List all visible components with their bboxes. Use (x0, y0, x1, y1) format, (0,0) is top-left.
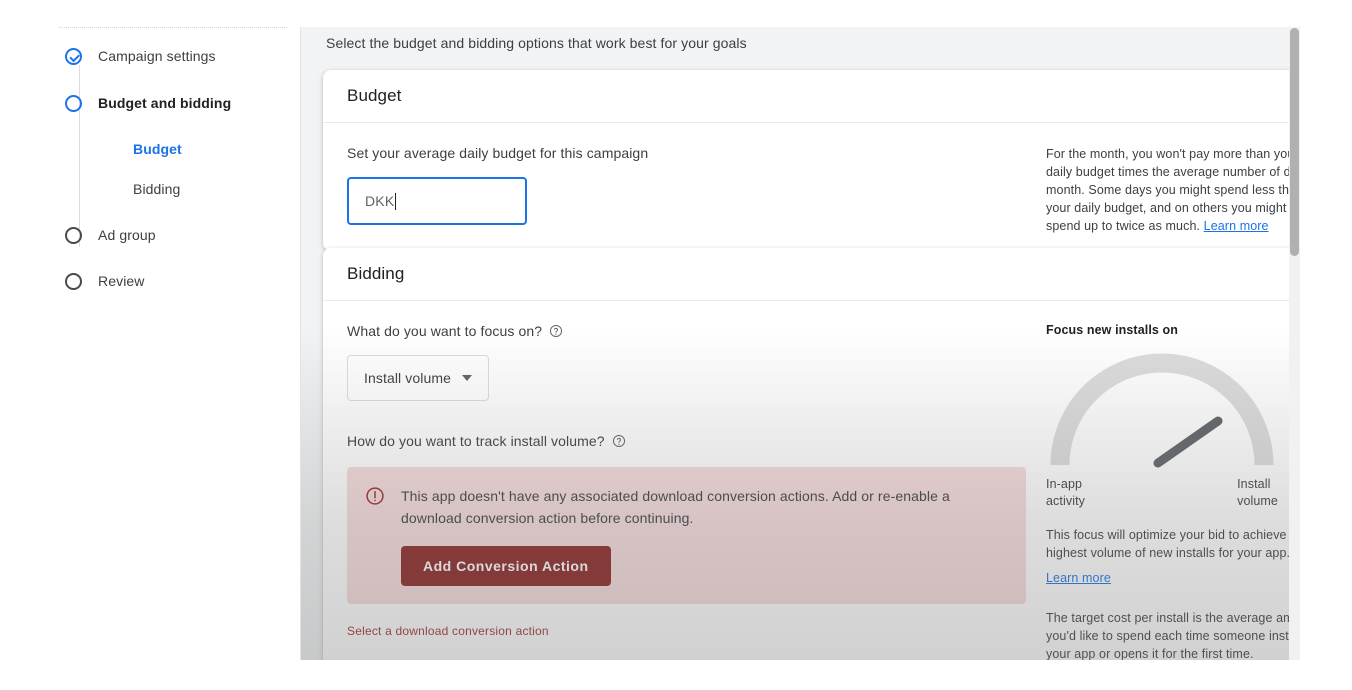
daily-budget-label: Set your average daily budget for this c… (347, 145, 1299, 161)
sidebar-item-label: Campaign settings (98, 48, 216, 64)
help-circle-icon[interactable] (612, 434, 626, 448)
campaign-setup-page: Campaign settings Budget and bidding Bud… (53, 27, 1300, 660)
gauge-axis-labels: In-appactivity Installvolume (1046, 476, 1278, 510)
radio-circle-icon (65, 227, 82, 244)
check-circle-icon (65, 48, 82, 65)
radio-circle-icon (65, 95, 82, 112)
alert-message: This app doesn't have any associated dow… (401, 485, 1006, 529)
gauge-left-label: In-appactivity (1046, 476, 1085, 510)
setup-sidebar: Campaign settings Budget and bidding Bud… (53, 27, 301, 660)
focus-question-label: What do you want to focus on? (347, 323, 1299, 339)
conversion-action-alert: This app doesn't have any associated dow… (347, 467, 1026, 604)
sidebar-subitem-label: Budget (133, 141, 182, 157)
learn-more-link[interactable]: Learn more (1204, 219, 1269, 233)
chevron-down-icon (462, 375, 472, 381)
focus-select-value: Install volume (364, 370, 451, 386)
sidebar-item-campaign-settings[interactable]: Campaign settings (65, 44, 216, 68)
bidding-card-body: What do you want to focus on? Install vo… (323, 301, 1300, 660)
bidding-card-title: Bidding (347, 264, 404, 284)
track-question-label: How do you want to track install volume? (347, 433, 1299, 449)
budget-card: Budget Set your average daily budget for… (323, 70, 1300, 251)
focus-question-text: What do you want to focus on? (347, 323, 542, 339)
error-circle-icon (365, 486, 385, 586)
sidebar-subitem-budget[interactable]: Budget (133, 138, 182, 160)
gauge-right-label: Installvolume (1237, 476, 1278, 510)
page-intro-text: Select the budget and bidding options th… (326, 35, 747, 51)
help-circle-icon[interactable] (549, 324, 563, 338)
sidebar-subitem-bidding[interactable]: Bidding (133, 178, 180, 200)
track-question-text: How do you want to track install volume? (347, 433, 605, 449)
budget-card-title: Budget (347, 86, 401, 106)
text-caret (395, 193, 396, 210)
main-content: Select the budget and bidding options th… (301, 27, 1300, 660)
sidebar-item-budget-and-bidding[interactable]: Budget and bidding (65, 91, 231, 115)
focus-rail-note: This focus will optimize your bid to ach… (1046, 526, 1300, 562)
focus-select[interactable]: Install volume (347, 355, 489, 401)
daily-budget-value: DKK (365, 193, 394, 209)
bidding-card-header[interactable]: Bidding (323, 248, 1300, 301)
sidebar-item-label: Budget and bidding (98, 95, 231, 111)
sidebar-subitem-label: Bidding (133, 181, 180, 197)
focus-gauge-chart (1046, 351, 1278, 469)
radio-circle-icon (65, 273, 82, 290)
sidebar-top-divider (59, 27, 287, 28)
sidebar-item-label: Review (98, 273, 145, 289)
conversion-action-error: Select a download conversion action (347, 624, 1299, 638)
bidding-card: Bidding What do you want to focus on? (323, 248, 1300, 660)
sidebar-item-ad-group[interactable]: Ad group (65, 223, 156, 247)
sidebar-item-review[interactable]: Review (65, 269, 145, 293)
learn-more-link[interactable]: Learn more (1046, 571, 1111, 585)
alert-content: This app doesn't have any associated dow… (401, 485, 1006, 586)
scrollbar-thumb[interactable] (1290, 28, 1299, 256)
vertical-scrollbar[interactable] (1289, 27, 1300, 660)
budget-card-header[interactable]: Budget (323, 70, 1300, 123)
bidding-info-rail: Focus new installs on In-appactivity Ins… (1038, 323, 1300, 660)
sidebar-item-label: Ad group (98, 227, 156, 243)
daily-budget-input[interactable]: DKK (347, 177, 527, 225)
budget-card-body: Set your average daily budget for this c… (323, 123, 1300, 251)
add-conversion-action-button[interactable]: Add Conversion Action (401, 546, 611, 586)
